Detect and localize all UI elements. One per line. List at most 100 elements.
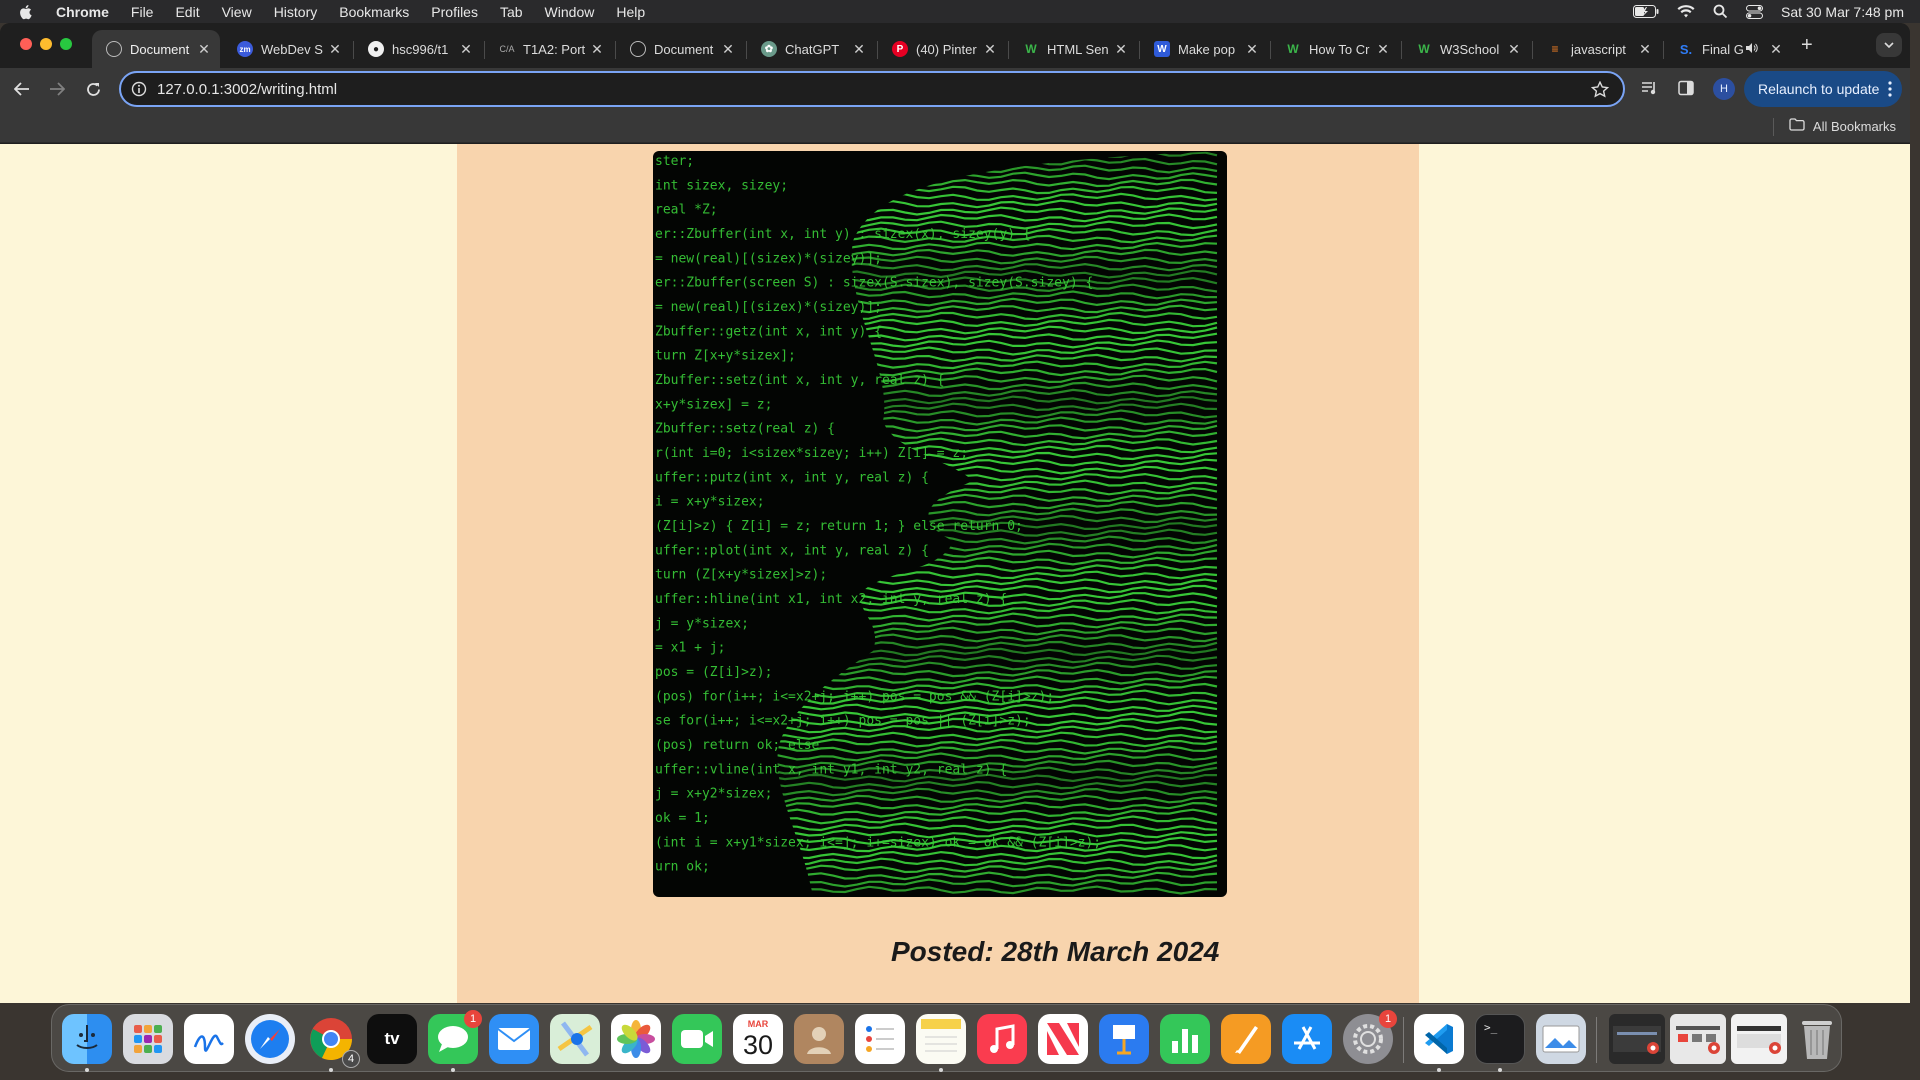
keynote-icon[interactable]	[1099, 1014, 1149, 1064]
media-control-icon[interactable]	[1641, 80, 1659, 101]
tab-close-icon[interactable]: ✕	[327, 41, 343, 58]
messages-badge: 1	[464, 1010, 482, 1028]
tab-document[interactable]: Document ✕	[92, 30, 220, 68]
code-line: ster;	[655, 154, 694, 169]
menu-tab[interactable]: Tab	[500, 4, 523, 20]
menu-profiles[interactable]: Profiles	[431, 4, 478, 20]
tab-w3schools[interactable]: W W3School ✕	[1402, 30, 1530, 68]
tab-close-icon[interactable]: ✕	[196, 41, 212, 58]
apple-tv-icon[interactable]: tv	[367, 1014, 417, 1064]
news-icon[interactable]	[1038, 1014, 1088, 1064]
battery-charging-icon[interactable]	[1633, 5, 1659, 18]
menu-edit[interactable]: Edit	[175, 4, 199, 20]
bookmark-star-icon[interactable]	[1590, 80, 1610, 103]
tab-document-2[interactable]: Document ✕	[616, 30, 744, 68]
tab-close-icon[interactable]: ✕	[982, 41, 998, 58]
menu-help[interactable]: Help	[616, 4, 645, 20]
tab-final-g[interactable]: S. Final G ✕	[1664, 30, 1792, 68]
forward-arrow-icon[interactable]	[45, 77, 69, 101]
tab-close-icon[interactable]: ✕	[589, 41, 605, 58]
back-arrow-icon[interactable]	[10, 77, 34, 101]
tab-close-icon[interactable]: ✕	[1768, 41, 1784, 58]
face-contour-line	[777, 787, 1218, 797]
close-window-button[interactable]	[20, 38, 32, 50]
site-info-icon[interactable]	[131, 81, 147, 97]
preview-icon[interactable]	[1536, 1014, 1586, 1064]
reload-icon[interactable]	[81, 77, 105, 101]
tab-close-icon[interactable]: ✕	[851, 41, 867, 58]
tab-how-to[interactable]: W How To Cr ✕	[1271, 30, 1399, 68]
zoom-window-button[interactable]	[60, 38, 72, 50]
tab-chatgpt[interactable]: ✿ ChatGPT ✕	[747, 30, 875, 68]
side-panel-icon[interactable]	[1678, 80, 1694, 101]
apple-menu-icon[interactable]	[18, 4, 40, 20]
face-contour-line	[777, 416, 1218, 426]
minimized-window-thumbnail[interactable]	[1731, 1014, 1787, 1064]
speaker-icon[interactable]	[1745, 42, 1758, 57]
ca-favicon-icon: C/A	[499, 44, 515, 54]
tab-close-icon[interactable]: ✕	[1637, 41, 1653, 58]
profile-avatar[interactable]: H	[1713, 78, 1735, 100]
minimize-window-button[interactable]	[40, 38, 52, 50]
menu-file[interactable]: File	[131, 4, 154, 20]
finder-icon[interactable]	[62, 1014, 112, 1064]
tab-webdev[interactable]: zm WebDev S ✕	[223, 30, 351, 68]
tab-title: Document	[130, 41, 190, 57]
tab-search-icon[interactable]	[1876, 33, 1902, 57]
trash-icon[interactable]	[1792, 1014, 1842, 1064]
freeform-icon[interactable]	[184, 1014, 234, 1064]
code-face-image: ster; int sizex, sizey; real *Z; er::Zbuffe…	[653, 151, 1227, 897]
app-store-icon[interactable]	[1282, 1014, 1332, 1064]
minimized-window-thumbnail[interactable]	[1609, 1014, 1665, 1064]
more-options-icon[interactable]	[1888, 81, 1892, 100]
vscode-icon[interactable]	[1414, 1014, 1464, 1064]
reminders-icon[interactable]	[855, 1014, 905, 1064]
wifi-icon[interactable]	[1677, 5, 1695, 18]
code-line: int sizex, sizey;	[655, 178, 788, 193]
menu-app-name[interactable]: Chrome	[56, 4, 109, 20]
messages-icon[interactable]: 1	[428, 1010, 482, 1064]
numbers-icon[interactable]	[1160, 1014, 1210, 1064]
tab-html-semantic[interactable]: W HTML Sen ✕	[1009, 30, 1137, 68]
tab-close-icon[interactable]: ✕	[1113, 41, 1129, 58]
menu-bookmarks[interactable]: Bookmarks	[339, 4, 409, 20]
calendar-icon[interactable]: MAR 30	[733, 1014, 783, 1064]
macos-dock: 4 tv 1 MAR 30 1 >_	[51, 1004, 1842, 1072]
tab-close-icon[interactable]: ✕	[458, 41, 474, 58]
notes-icon[interactable]	[916, 1014, 966, 1064]
pages-icon[interactable]	[1221, 1014, 1271, 1064]
contacts-icon[interactable]	[794, 1014, 844, 1064]
tab-close-icon[interactable]: ✕	[1506, 41, 1522, 58]
menu-history[interactable]: History	[274, 4, 318, 20]
control-center-icon[interactable]	[1746, 4, 1764, 19]
menu-view[interactable]: View	[222, 4, 252, 20]
address-bar[interactable]: 127.0.0.1:3002/writing.html	[119, 71, 1625, 107]
system-settings-icon[interactable]: 1	[1343, 1010, 1397, 1064]
maps-icon[interactable]	[550, 1014, 600, 1064]
tab-pinterest[interactable]: P (40) Pinter ✕	[878, 30, 1006, 68]
tab-javascript[interactable]: ≡ javascript ✕	[1533, 30, 1661, 68]
all-bookmarks-button[interactable]: All Bookmarks	[1789, 118, 1896, 134]
photos-icon[interactable]	[611, 1014, 661, 1064]
minimized-window-thumbnail[interactable]	[1670, 1014, 1726, 1064]
launchpad-icon[interactable]	[123, 1014, 173, 1064]
chrome-icon[interactable]: 4	[306, 1014, 360, 1068]
safari-icon[interactable]	[245, 1014, 295, 1064]
tab-close-icon[interactable]: ✕	[720, 41, 736, 58]
terminal-icon[interactable]: >_	[1475, 1014, 1525, 1064]
facetime-icon[interactable]	[672, 1014, 722, 1064]
url-text[interactable]: 127.0.0.1:3002/writing.html	[157, 81, 337, 98]
tab-close-icon[interactable]: ✕	[1244, 41, 1260, 58]
menu-bar-clock[interactable]: Sat 30 Mar 7:48 pm	[1781, 4, 1904, 20]
tab-close-icon[interactable]: ✕	[1375, 41, 1391, 58]
new-tab-icon[interactable]: +	[1801, 35, 1813, 55]
tab-t1a2[interactable]: C/A T1A2: Port ✕	[485, 30, 613, 68]
music-icon[interactable]	[977, 1014, 1027, 1064]
tab-make-popup[interactable]: W Make pop ✕	[1140, 30, 1268, 68]
relaunch-to-update-button[interactable]: Relaunch to update	[1744, 71, 1902, 107]
page-viewport: ster; int sizex, sizey; real *Z; er::Zbuffe…	[0, 144, 1910, 1003]
spotlight-search-icon[interactable]	[1713, 4, 1728, 19]
menu-window[interactable]: Window	[545, 4, 595, 20]
mail-icon[interactable]	[489, 1014, 539, 1064]
tab-github[interactable]: ● hsc996/t1 ✕	[354, 30, 482, 68]
